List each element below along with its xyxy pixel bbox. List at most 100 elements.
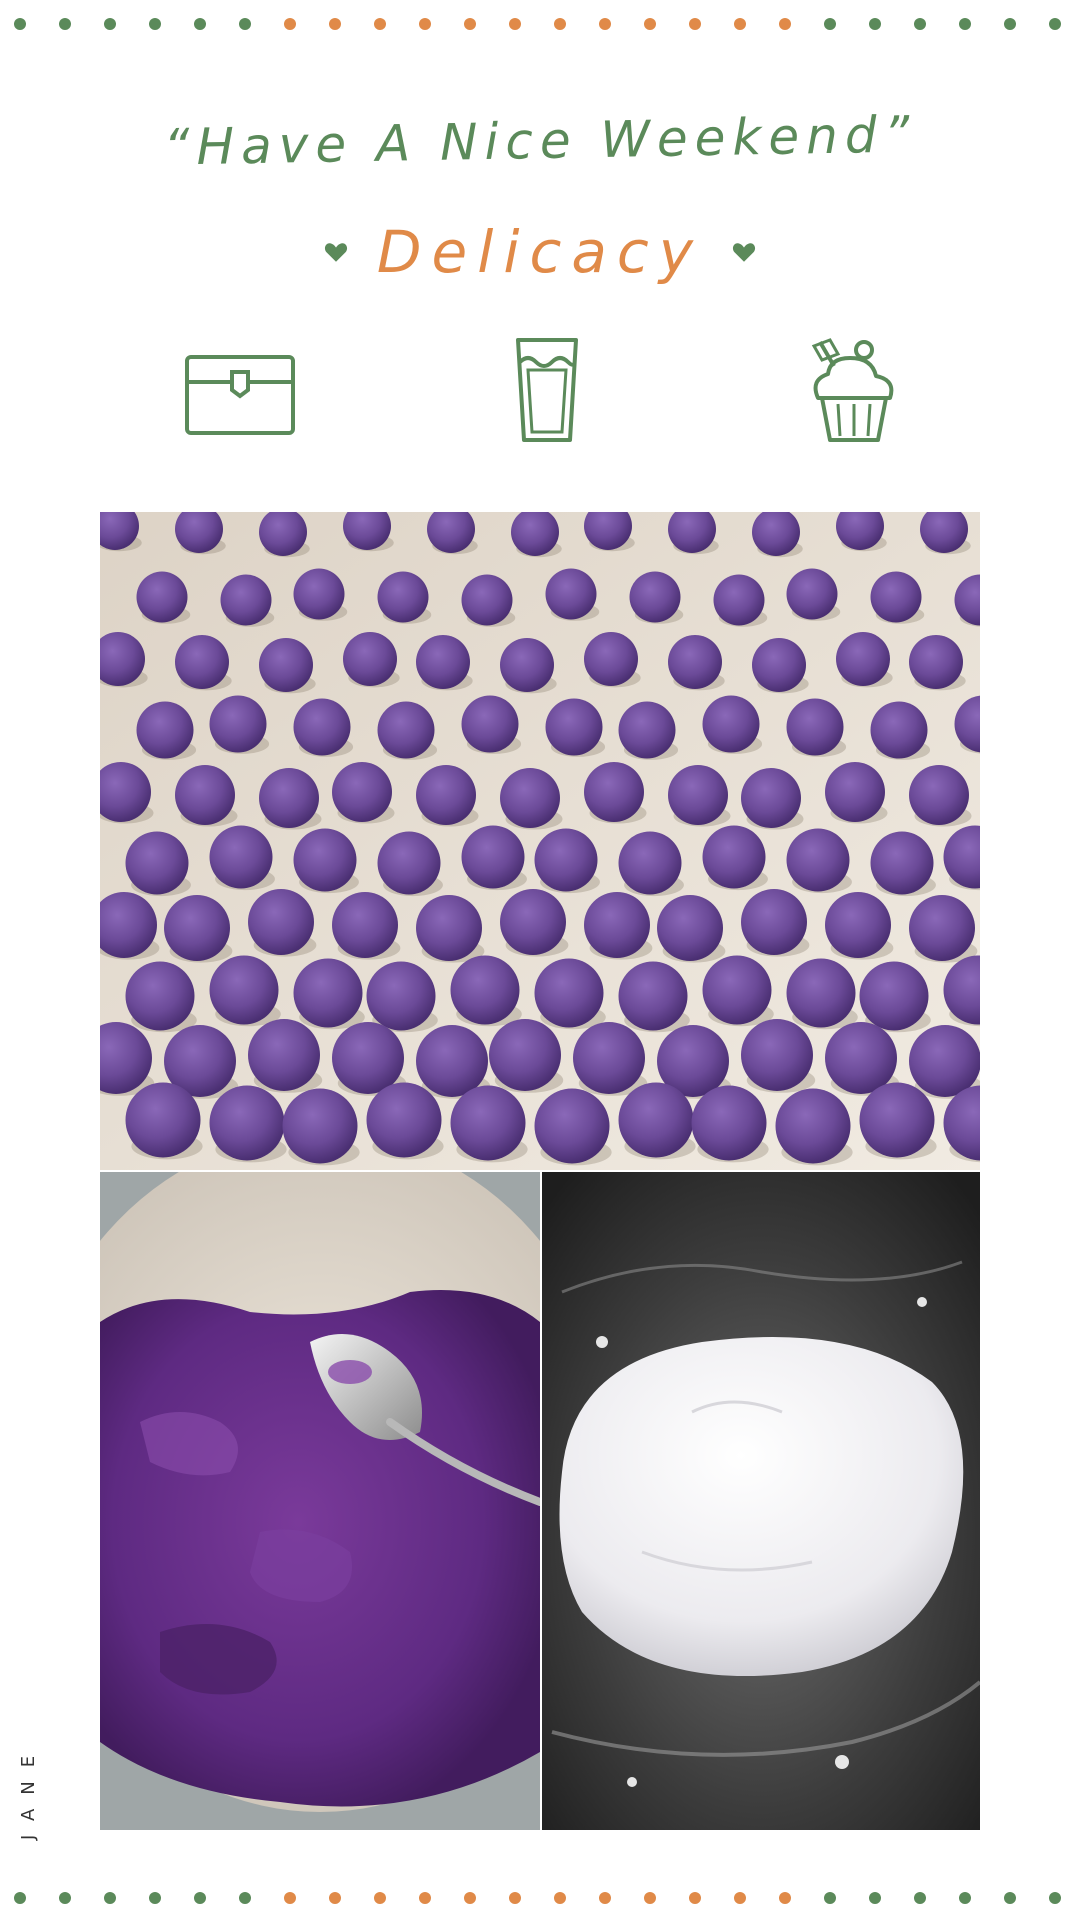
purple-ball (136, 701, 194, 759)
purple-ball (293, 698, 351, 756)
border-dot (914, 1892, 926, 1904)
briefcase-icon (185, 355, 295, 435)
purple-ball (752, 638, 806, 692)
border-dot (824, 18, 836, 30)
border-dot (464, 18, 476, 30)
border-dot (779, 18, 791, 30)
purple-ball (702, 825, 766, 889)
border-dot (509, 1892, 521, 1904)
purple-ball (416, 635, 470, 689)
purple-ball (209, 955, 279, 1025)
purple-ball (825, 1022, 897, 1094)
top-dot-border (0, 14, 1080, 34)
purple-ball (534, 828, 598, 892)
purple-ball (259, 638, 313, 692)
purple-ball (859, 1082, 935, 1158)
purple-ball (416, 895, 482, 961)
subtitle-row: Delicacy (0, 212, 1080, 292)
purple-ball (461, 825, 525, 889)
border-dot (329, 18, 341, 30)
purple-ball (332, 762, 392, 822)
purple-ball (618, 701, 676, 759)
border-dot (329, 1892, 341, 1904)
border-dot (734, 1892, 746, 1904)
purple-ball (293, 828, 357, 892)
purple-ball (786, 568, 838, 620)
border-dot (239, 1892, 251, 1904)
border-dot (509, 18, 521, 30)
border-dot (149, 1892, 161, 1904)
border-dot (1049, 1892, 1061, 1904)
border-dot (419, 1892, 431, 1904)
purple-ball (416, 1025, 488, 1097)
purple-ball (293, 958, 363, 1028)
border-dot (284, 18, 296, 30)
purple-ball (209, 695, 267, 753)
purple-ball (825, 892, 891, 958)
border-dot (869, 1892, 881, 1904)
purple-ball (909, 765, 969, 825)
border-dot (194, 18, 206, 30)
purple-ball (741, 768, 801, 828)
purple-ball (332, 1022, 404, 1094)
bottom-dot-border (0, 1888, 1080, 1908)
border-dot (14, 1892, 26, 1904)
purple-ball (125, 831, 189, 895)
photo-purple-balls (100, 512, 980, 1170)
border-dot (644, 1892, 656, 1904)
photo-mashed-purple-sweet-potato (100, 1172, 540, 1830)
border-dot (374, 1892, 386, 1904)
purple-ball (416, 765, 476, 825)
border-dot (779, 1892, 791, 1904)
purple-ball (500, 889, 566, 955)
border-dot (914, 18, 926, 30)
border-dot (239, 18, 251, 30)
purple-ball (786, 958, 856, 1028)
purple-ball (713, 574, 765, 626)
border-dot (959, 1892, 971, 1904)
border-dot (59, 1892, 71, 1904)
purple-ball (450, 955, 520, 1025)
purple-ball (534, 1088, 610, 1164)
border-dot (59, 18, 71, 30)
border-dot (374, 18, 386, 30)
purple-ball (534, 958, 604, 1028)
purple-ball (164, 895, 230, 961)
side-label-container: JANE (18, 1660, 58, 1840)
border-dot (104, 18, 116, 30)
purple-ball (366, 1082, 442, 1158)
purple-ball (461, 695, 519, 753)
purple-ball (209, 1085, 285, 1161)
cupcake-icon (811, 338, 894, 442)
photo-white-dough (542, 1172, 980, 1830)
border-dot (599, 1892, 611, 1904)
purple-ball (366, 961, 436, 1031)
purple-ball (657, 895, 723, 961)
purple-ball (248, 1019, 320, 1091)
purple-ball (618, 831, 682, 895)
purple-ball (248, 889, 314, 955)
purple-ball (259, 768, 319, 828)
purple-ball (500, 768, 560, 828)
purple-ball (584, 632, 638, 686)
purple-ball (209, 825, 273, 889)
purple-ball (618, 961, 688, 1031)
purple-ball (909, 635, 963, 689)
purple-ball (825, 762, 885, 822)
purple-ball (786, 698, 844, 756)
purple-ball (545, 698, 603, 756)
purple-ball (870, 831, 934, 895)
purple-ball (461, 574, 513, 626)
purple-ball (175, 765, 235, 825)
border-dot (284, 1892, 296, 1904)
border-dot (194, 1892, 206, 1904)
purple-ball (909, 895, 975, 961)
subtitle-heading: Delicacy (376, 218, 704, 286)
purple-ball (136, 571, 188, 623)
drink-glass-icon (516, 338, 578, 442)
purple-ball (377, 701, 435, 759)
border-dot (959, 18, 971, 30)
border-dot (644, 18, 656, 30)
border-dot (464, 1892, 476, 1904)
border-dot (554, 18, 566, 30)
